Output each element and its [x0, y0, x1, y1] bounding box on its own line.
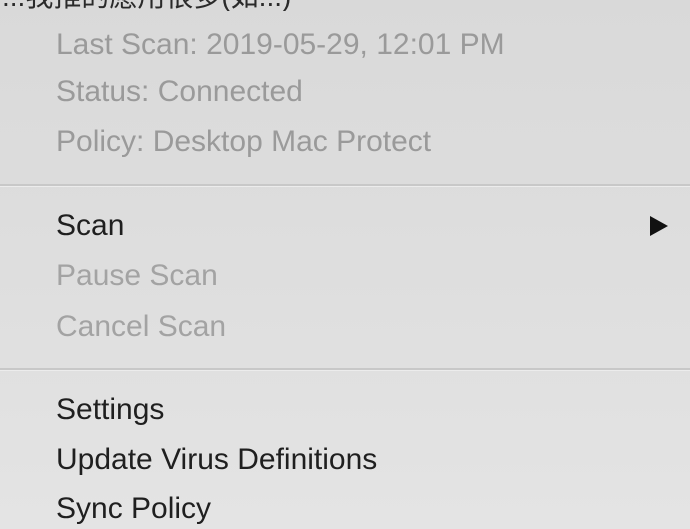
cancel-scan-menu-item: Cancel Scan — [56, 310, 227, 343]
status-info: Status: Connected — [56, 75, 303, 108]
update-virus-definitions-menu-item[interactable]: Update Virus Definitions — [56, 442, 377, 478]
last-scan-info: Last Scan: 2019-05-29, 12:01 PM — [56, 28, 505, 61]
context-menu: ...我推的應用很多(如...) Last Scan: 2019-05-29, … — [0, 0, 690, 529]
clipped-top-text: ...我推的應用很多(如...) — [0, 0, 291, 11]
scan-menu-item[interactable]: Scan — [56, 208, 124, 244]
policy-info: Policy: Desktop Mac Protect — [56, 125, 432, 158]
separator-1 — [0, 184, 690, 187]
chevron-right-icon — [650, 216, 668, 236]
settings-menu-item[interactable]: Settings — [56, 392, 164, 428]
pause-scan-menu-item: Pause Scan — [56, 259, 218, 292]
sync-policy-menu-item[interactable]: Sync Policy — [56, 491, 211, 527]
separator-2 — [0, 368, 690, 371]
